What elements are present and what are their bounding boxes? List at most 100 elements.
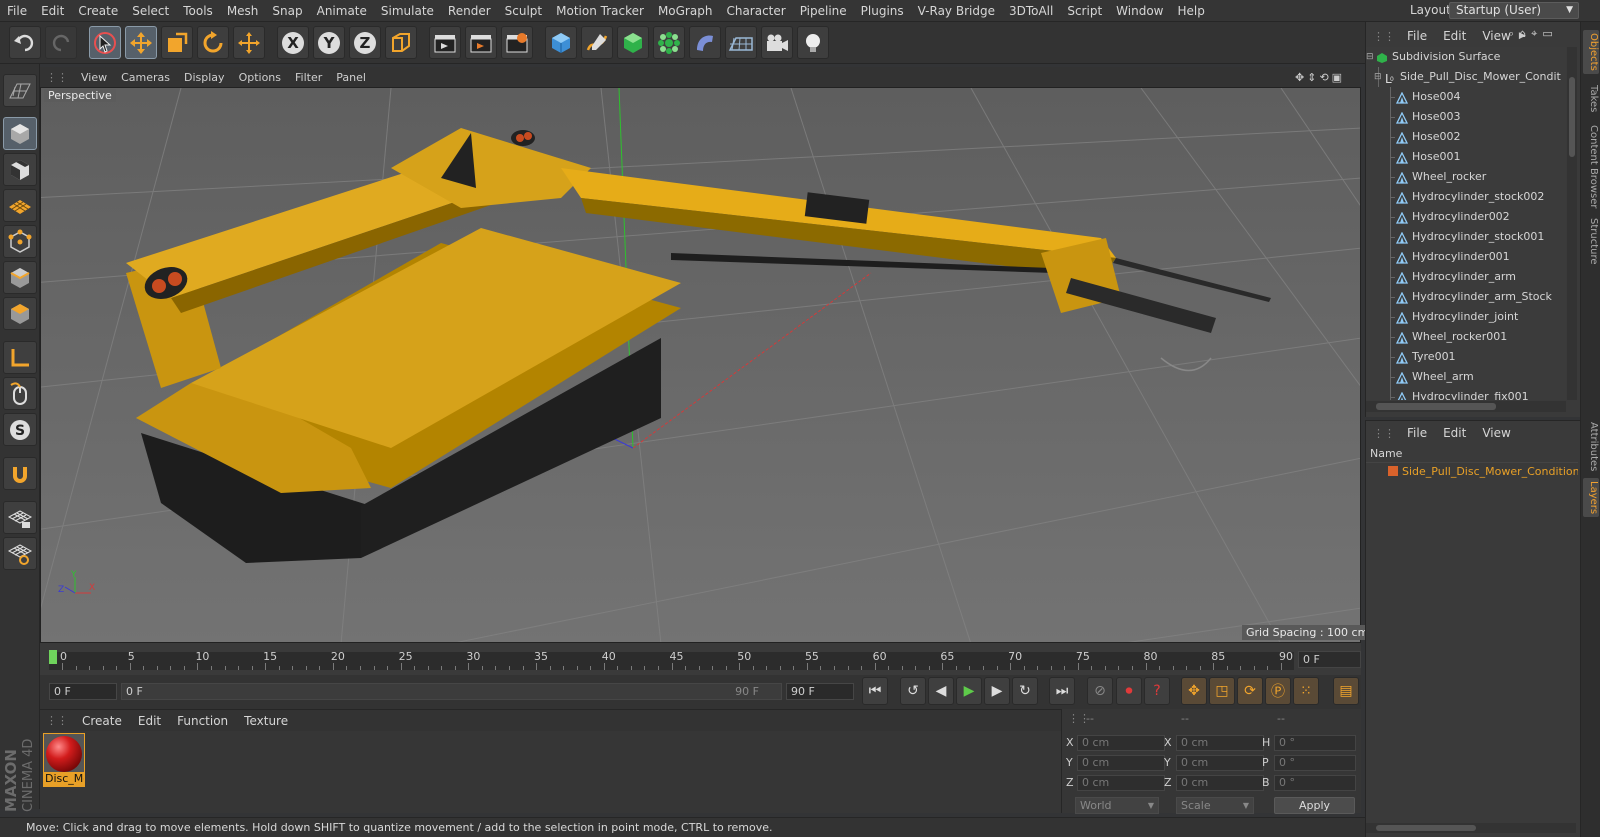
coord-pos-field[interactable]: 0 cm	[1077, 735, 1165, 751]
coord-scale-field[interactable]: 0 cm	[1176, 755, 1264, 771]
object-row-hydrocylinder-joint[interactable]: Hydrocylinder_joint	[1366, 307, 1566, 327]
y-axis-lock-button[interactable]: Y	[313, 26, 345, 59]
play-button[interactable]: ▶	[956, 677, 982, 705]
viewport-menu-panel[interactable]: Panel	[329, 71, 373, 84]
menu-file[interactable]: File	[0, 4, 34, 18]
scroll-thumb[interactable]	[1376, 825, 1476, 831]
prev-frame-button[interactable]: ◀	[928, 677, 954, 705]
expand-toggle-icon[interactable]: ⊟	[1366, 47, 1374, 67]
preview-range-slider[interactable]: 0 F 90 F	[121, 683, 782, 700]
coordinate-space-dropdown[interactable]: World ▼	[1075, 797, 1159, 814]
coord-rot-field[interactable]: 0 °	[1274, 735, 1356, 751]
locked-workplane-button[interactable]	[3, 501, 37, 534]
render-settings-button[interactable]	[501, 26, 533, 59]
tab-attributes[interactable]: Attributes	[1583, 419, 1599, 474]
redo-button[interactable]	[45, 26, 77, 59]
z-axis-lock-button[interactable]: Z	[349, 26, 381, 59]
viewport-menu-filter[interactable]: Filter	[288, 71, 329, 84]
tab-structure[interactable]: Structure	[1583, 215, 1599, 268]
tab-layers[interactable]: Layers	[1583, 478, 1599, 518]
object-row-wheel-rocker[interactable]: Wheel_rocker	[1366, 167, 1566, 187]
object-row-hydrocylinder-fix001[interactable]: Hydrocylinder_fix001	[1366, 387, 1566, 400]
model-mode-button[interactable]	[3, 117, 37, 150]
object-row-hydrocylinder-arm-stock[interactable]: Hydrocylinder_arm_Stock	[1366, 287, 1566, 307]
object-tree-hscrollbar[interactable]	[1366, 401, 1566, 412]
workplane-mode-button[interactable]	[3, 189, 37, 222]
next-frame-button[interactable]: ▶	[984, 677, 1010, 705]
menu-plugins[interactable]: Plugins	[854, 4, 911, 18]
cloner-button[interactable]	[653, 26, 685, 59]
search-icon[interactable]: ⌕	[1508, 27, 1514, 41]
layer-hscrollbar[interactable]	[1366, 823, 1576, 833]
cube-object-button[interactable]	[545, 26, 577, 59]
pan-icon[interactable]: ✥	[1295, 71, 1304, 84]
object-row-hose003[interactable]: Hose003	[1366, 107, 1566, 127]
apply-button[interactable]: Apply	[1274, 797, 1355, 814]
object-row-hose002[interactable]: Hose002	[1366, 127, 1566, 147]
tab-takes[interactable]: Takes	[1583, 82, 1599, 115]
coord-scale-field[interactable]: 0 cm	[1176, 775, 1264, 791]
scale-tool-button[interactable]	[161, 26, 193, 59]
menu-snap[interactable]: Snap	[265, 4, 309, 18]
coord-rot-field[interactable]: 0 °	[1274, 775, 1356, 791]
planar-workplane-button[interactable]	[3, 537, 37, 570]
object-row-hydrocylinder-stock002[interactable]: Hydrocylinder_stock002	[1366, 187, 1566, 207]
scroll-thumb[interactable]	[1376, 403, 1496, 410]
undo-button[interactable]	[9, 26, 41, 59]
enable-snap-button[interactable]	[3, 457, 37, 490]
menu-sculpt[interactable]: Sculpt	[498, 4, 549, 18]
menu-select[interactable]: Select	[125, 4, 176, 18]
coord-pos-field[interactable]: 0 cm	[1077, 755, 1165, 771]
max-frame-field[interactable]: 90 F	[786, 683, 854, 700]
subdivision-surface-button[interactable]	[617, 26, 649, 59]
live-selection-button[interactable]	[89, 26, 121, 59]
menu-render[interactable]: Render	[441, 4, 498, 18]
object-row-hose001[interactable]: Hose001	[1366, 147, 1566, 167]
viewport-menu-view[interactable]: View	[74, 71, 114, 84]
objects-menu-file[interactable]: File	[1399, 29, 1435, 43]
rotate-tool-button[interactable]	[197, 26, 229, 59]
menu-pipeline[interactable]: Pipeline	[793, 4, 854, 18]
timeline-window-button[interactable]: ▤	[1333, 677, 1359, 705]
object-row-subdivision-surface[interactable]: ⊟ Subdivision Surface	[1366, 47, 1566, 67]
menu-create[interactable]: Create	[71, 4, 125, 18]
polygons-mode-button[interactable]	[3, 297, 37, 330]
objects-menu-edit[interactable]: Edit	[1435, 29, 1474, 43]
floor-button[interactable]	[725, 26, 757, 59]
record-button[interactable]: ⏺	[1116, 677, 1142, 705]
object-row-hydrocylinder-arm[interactable]: Hydrocylinder_arm	[1366, 267, 1566, 287]
texture-mode-button[interactable]	[3, 153, 37, 186]
next-key-button[interactable]: ↻	[1012, 677, 1038, 705]
record-disabled-button[interactable]: ⊘	[1087, 677, 1113, 705]
viewport-menu-options[interactable]: Options	[232, 71, 288, 84]
transform-tool-button[interactable]	[233, 26, 265, 59]
object-row-hydrocylinder-stock001[interactable]: Hydrocylinder_stock001	[1366, 227, 1566, 247]
deformer-button[interactable]	[689, 26, 721, 59]
object-row-hydrocylinder002[interactable]: Hydrocylinder002	[1366, 207, 1566, 227]
key-scale-button[interactable]: ◳	[1209, 677, 1235, 705]
layers-menu-edit[interactable]: Edit	[1435, 426, 1474, 440]
make-editable-button[interactable]	[3, 74, 37, 107]
timeline-end-field[interactable]: 0 F	[1298, 651, 1361, 668]
current-frame-field[interactable]: 0 F	[49, 683, 117, 700]
points-mode-button[interactable]	[3, 225, 37, 258]
key-rotation-button[interactable]: ⟳	[1237, 677, 1263, 705]
home-icon[interactable]: ⌂	[1519, 27, 1526, 41]
layer-row[interactable]: Side_Pull_Disc_Mower_Conditioner	[1366, 463, 1578, 481]
filter-icon[interactable]: ⌖	[1531, 27, 1537, 41]
menu-script[interactable]: Script	[1060, 4, 1109, 18]
goto-end-button[interactable]: ⏭	[1049, 677, 1075, 705]
menu-v-ray-bridge[interactable]: V-Ray Bridge	[911, 4, 1002, 18]
material-swatch[interactable]: Disc_Mc	[43, 733, 85, 787]
perspective-viewport[interactable]: X Y Z	[40, 87, 1361, 643]
render-to-picture-viewer-button[interactable]	[465, 26, 497, 59]
x-axis-lock-button[interactable]: X	[277, 26, 309, 59]
menu-tools[interactable]: Tools	[176, 4, 220, 18]
tab-objects[interactable]: Objects	[1583, 30, 1599, 74]
material-menu-texture[interactable]: Texture	[236, 714, 296, 728]
key-parameter-button[interactable]: Ⓟ	[1265, 677, 1291, 705]
goto-start-button[interactable]: ⏮	[862, 677, 888, 705]
coord-rot-field[interactable]: 0 °	[1274, 755, 1356, 771]
orbit-icon[interactable]: ⟲	[1319, 71, 1328, 84]
material-menu-function[interactable]: Function	[169, 714, 236, 728]
